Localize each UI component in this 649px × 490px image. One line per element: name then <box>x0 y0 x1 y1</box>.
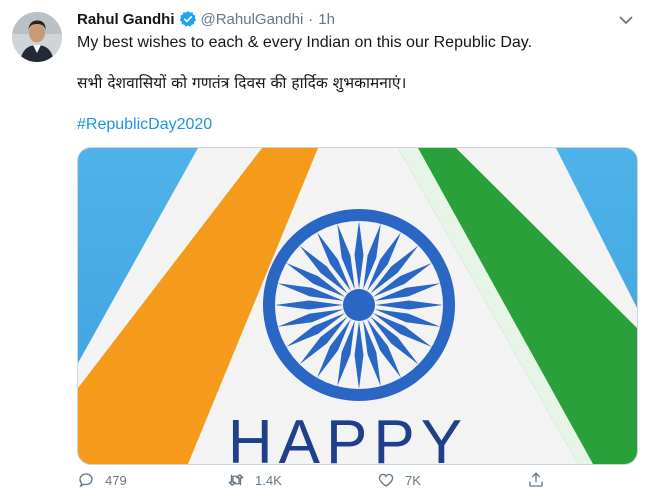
action-bar: 479 1.4K 7K <box>77 470 649 490</box>
avatar[interactable] <box>12 12 62 62</box>
retweet-button[interactable]: 1.4K <box>227 470 377 490</box>
tweet-header: Rahul Gandhi @RahulGandhi · 1h <box>77 9 335 29</box>
reply-count: 479 <box>105 472 127 488</box>
share-button[interactable] <box>527 470 649 490</box>
republic-day-artwork: HAPPY <box>78 148 637 464</box>
timestamp[interactable]: 1h <box>318 11 335 28</box>
image-caption: HAPPY <box>228 408 468 464</box>
like-count: 7K <box>405 472 421 488</box>
separator-dot: · <box>308 10 314 28</box>
reply-icon <box>79 473 93 488</box>
ashoka-chakra-icon <box>263 209 455 401</box>
display-name[interactable]: Rahul Gandhi <box>77 11 175 28</box>
retweet-icon <box>228 474 244 486</box>
verified-badge-icon <box>179 11 196 27</box>
tweet-text-hindi: सभी देशवासियों को गणतंत्र दिवस की हार्दि… <box>77 74 407 92</box>
tweet-text-english: My best wishes to each & every Indian on… <box>77 34 533 51</box>
user-handle[interactable]: @RahulGandhi <box>201 11 304 28</box>
reply-button[interactable]: 479 <box>77 470 227 490</box>
heart-icon <box>378 473 394 487</box>
hashtag-link[interactable]: #RepublicDay2020 <box>77 116 212 134</box>
profile-photo <box>12 12 62 62</box>
share-icon <box>529 472 543 487</box>
like-button[interactable]: 7K <box>377 470 527 490</box>
chevron-down-icon[interactable] <box>618 12 634 28</box>
tweet-card[interactable]: Rahul Gandhi @RahulGandhi · 1h My best w… <box>0 0 649 488</box>
retweet-count: 1.4K <box>255 472 282 488</box>
tweet-image[interactable]: HAPPY <box>77 147 638 465</box>
